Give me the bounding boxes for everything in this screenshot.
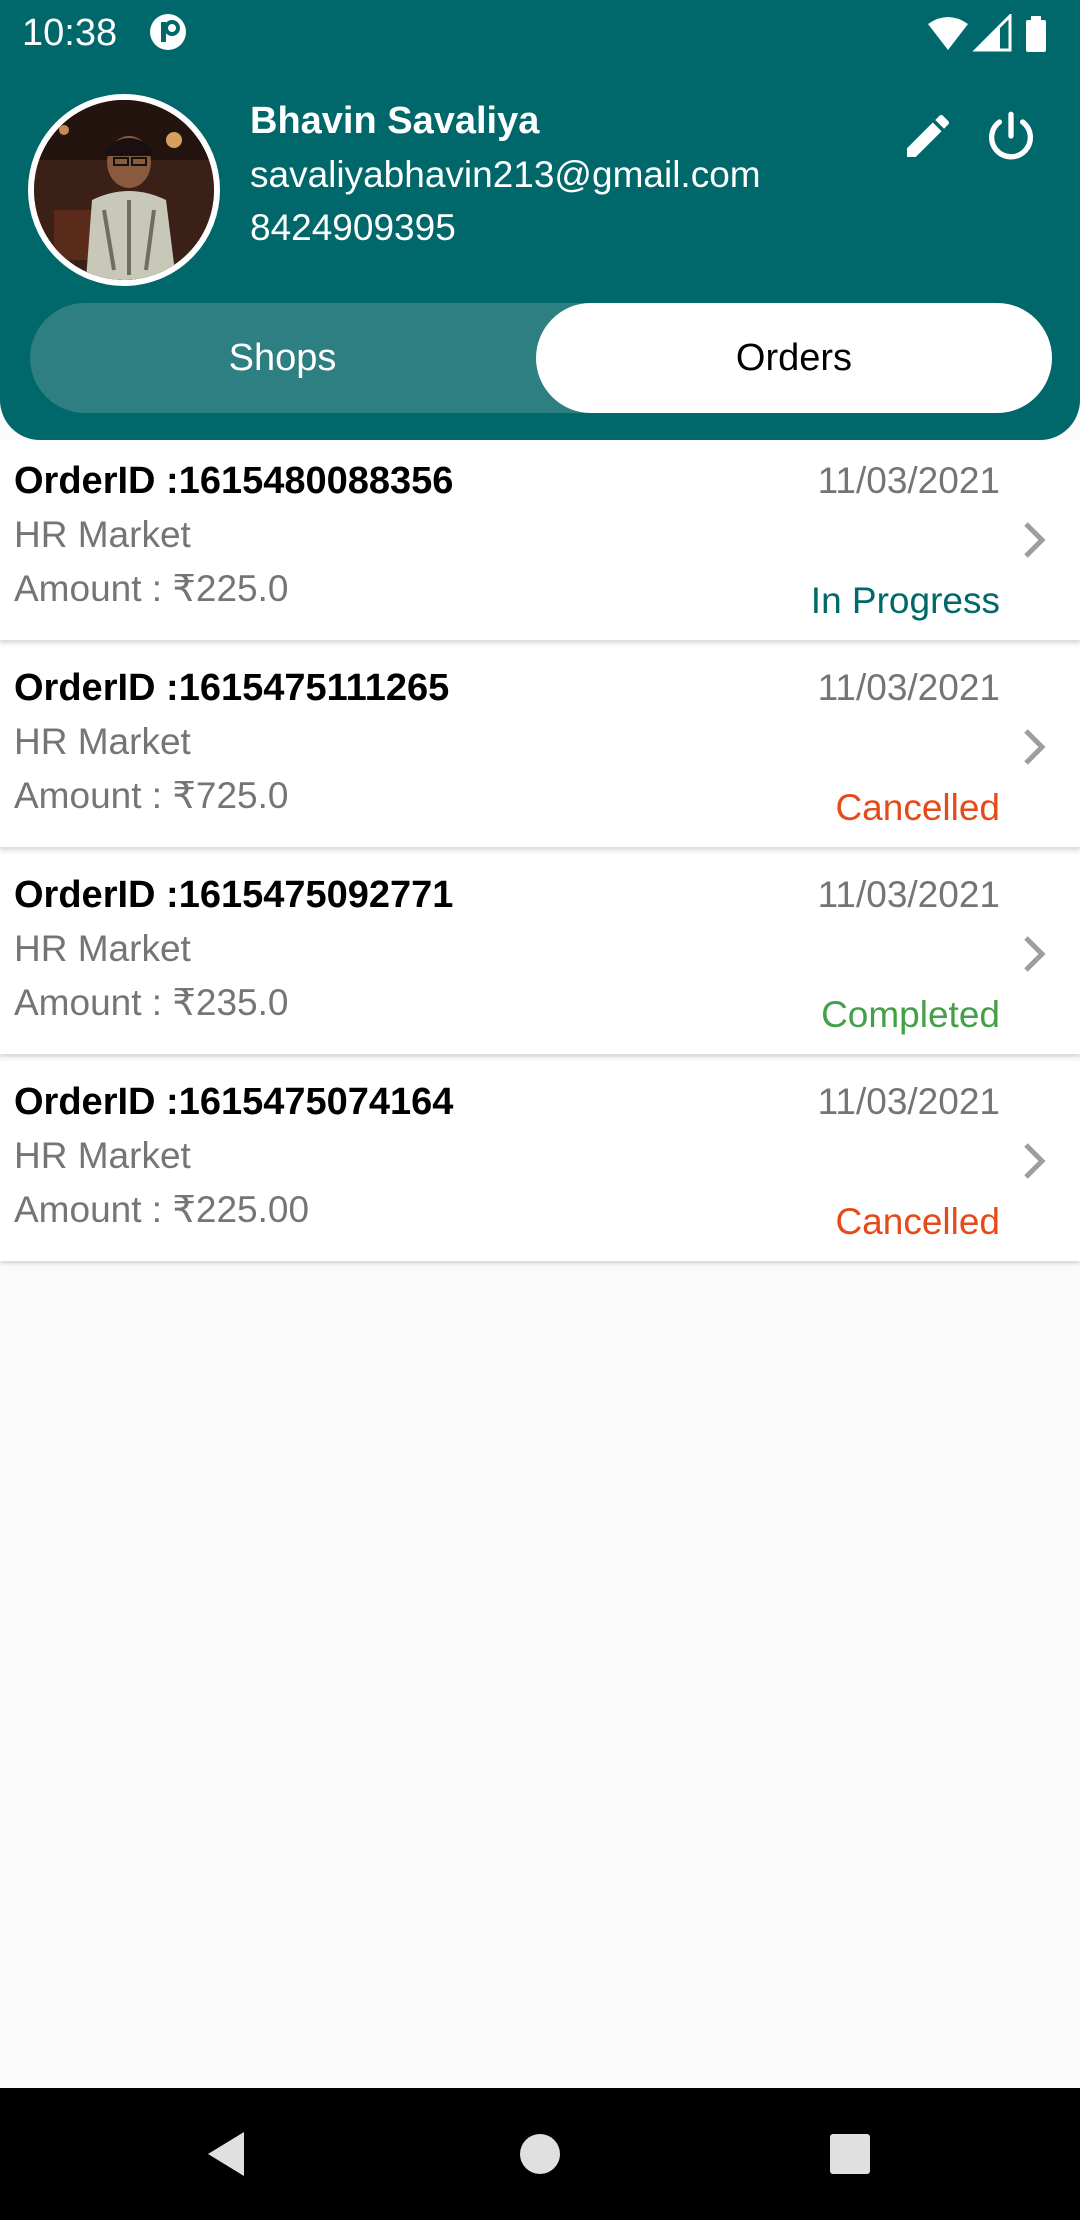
order-card[interactable]: OrderID :1615475111265 HR Market Amount …	[0, 647, 1080, 847]
edit-profile-button[interactable]	[892, 100, 964, 172]
back-icon[interactable]	[196, 2124, 256, 2184]
order-status: In Progress	[810, 580, 1000, 621]
order-status: Completed	[821, 994, 1000, 1035]
system-nav-bar	[0, 2088, 1080, 2220]
chevron-right-icon	[1024, 729, 1046, 765]
recents-icon[interactable]	[820, 2124, 880, 2184]
chevron-right-icon	[1024, 1143, 1046, 1179]
order-amount: Amount : ₹235.0	[14, 982, 289, 1023]
status-icons	[926, 14, 1058, 54]
edit-icon	[907, 114, 950, 157]
tab-shops[interactable]: Shops	[30, 303, 535, 413]
order-id: OrderID :1615475092771	[14, 874, 454, 916]
screen: 10:38 Bhavin Savaliya savaliyabhavin213@…	[0, 0, 1080, 2220]
signal-icon	[972, 14, 1012, 52]
order-id: OrderID :1615475111265	[14, 667, 450, 709]
order-status: Cancelled	[835, 787, 1000, 828]
power-icon	[989, 111, 1033, 160]
order-date: 11/03/2021	[817, 460, 1000, 501]
status-time: 10:38	[22, 12, 118, 54]
tab-orders[interactable]: Orders	[536, 303, 1052, 413]
order-id: OrderID :1615480088356	[14, 460, 454, 502]
order-date: 11/03/2021	[817, 874, 1000, 915]
order-date: 11/03/2021	[817, 667, 1000, 708]
order-shop: HR Market	[14, 514, 191, 555]
order-status: Cancelled	[835, 1201, 1000, 1242]
battery-icon	[1026, 16, 1046, 52]
avatar[interactable]	[28, 94, 220, 286]
order-date: 11/03/2021	[817, 1081, 1000, 1122]
app-notification-icon	[148, 12, 188, 52]
profile-photo	[34, 100, 214, 280]
profile-name: Bhavin Savaliya	[250, 100, 540, 142]
profile-header: 10:38 Bhavin Savaliya savaliyabhavin213@…	[0, 0, 1080, 440]
wifi-icon	[928, 17, 968, 50]
order-amount: Amount : ₹725.0	[14, 775, 289, 816]
order-amount: Amount : ₹225.0	[14, 568, 289, 609]
chevron-right-icon	[1024, 522, 1046, 558]
order-shop: HR Market	[14, 1135, 191, 1176]
logout-button[interactable]	[975, 100, 1047, 172]
order-shop: HR Market	[14, 721, 191, 762]
order-card[interactable]: OrderID :1615475074164 HR Market Amount …	[0, 1061, 1080, 1261]
order-card[interactable]: OrderID :1615480088356 HR Market Amount …	[0, 440, 1080, 640]
chevron-right-icon	[1024, 936, 1046, 972]
order-id: OrderID :1615475074164	[14, 1081, 454, 1123]
order-card[interactable]: OrderID :1615475092771 HR Market Amount …	[0, 854, 1080, 1054]
orders-list: OrderID :1615480088356 HR Market Amount …	[0, 440, 1080, 1268]
order-shop: HR Market	[14, 928, 191, 969]
profile-email: savaliyabhavin213@gmail.com	[250, 154, 761, 195]
order-amount: Amount : ₹225.00	[14, 1189, 310, 1230]
status-bar: 10:38	[0, 0, 1080, 66]
tab-switcher: Shops Orders	[30, 303, 1052, 413]
home-icon[interactable]	[510, 2124, 570, 2184]
profile-phone: 8424909395	[250, 207, 456, 248]
